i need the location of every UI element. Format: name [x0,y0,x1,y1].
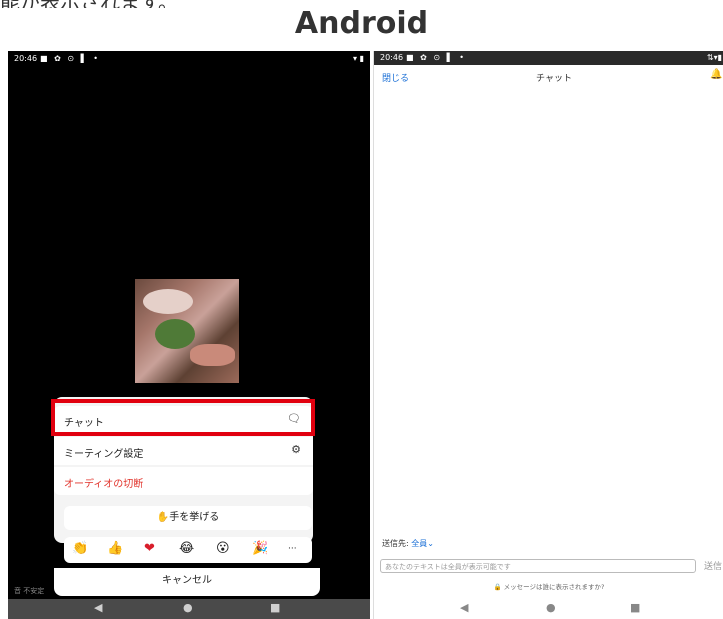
surprise-reaction-icon[interactable]: 😮 [216,541,230,556]
home-icon[interactable]: ● [546,601,556,614]
back-icon[interactable]: ◀ [94,601,102,614]
menu-item-audio-label: オーディオの切断 [64,479,144,490]
status-time: 20:46 [380,53,404,62]
status-time: 20:46 [14,54,38,63]
party-reaction-icon[interactable]: 🎉 [252,541,268,556]
network-indicator: 音 不安定 [14,587,45,595]
participant-video [135,279,239,383]
send-button[interactable]: 送信 [704,559,722,572]
cancel-button[interactable]: キャンセル [54,568,320,596]
visibility-note[interactable]: 🔒 メッセージは誰に表示されますか? [374,581,723,591]
reactions-bar: 👏 👍 ❤ 😂 😮 🎉 ··· [64,537,312,563]
chat-title: チャット [536,74,572,84]
status-signal-battery: ▾ ▮ [353,54,364,63]
navigation-bar: ◀ ● ■ [374,599,723,619]
menu-item-meeting-settings[interactable]: ミーティング設定 ⚙ [54,437,313,465]
navigation-bar: ◀ ● ■ [8,599,370,619]
android-chat-screen: 20:46 ■ ✿ ⊙ ▌ • ⇅▾▮ 閉じる チャット 🔔 送信先: 全員⌄ … [373,51,723,619]
send-to-selector[interactable]: 送信先: 全員⌄ [382,538,434,549]
raise-hand-button[interactable]: ✋手を挙げる [64,506,312,530]
more-reactions-icon[interactable]: ··· [288,544,297,554]
recents-icon[interactable]: ■ [630,601,640,614]
message-input[interactable]: あなたのテキストは全員が表示可能です [380,559,696,573]
page-heading: Android [294,6,429,41]
back-icon[interactable]: ◀ [460,601,468,614]
gear-icon: ⚙ [291,443,301,456]
status-signal-battery: ⇅▾▮ [706,53,722,62]
menu-item-settings-label: ミーティング設定 [64,449,144,460]
clap-reaction-icon[interactable]: 👏 [72,541,88,556]
recents-icon[interactable]: ■ [270,601,280,614]
status-bar: 20:46 ■ ✿ ⊙ ▌ • ▾ ▮ [8,51,370,67]
status-icons: ■ ✿ ⊙ ▌ • [40,54,101,63]
heart-reaction-icon[interactable]: ❤ [144,541,155,556]
home-icon[interactable]: ● [183,601,193,614]
send-to-label: 送信先: [382,539,409,548]
send-to-target[interactable]: 全員⌄ [411,539,434,548]
thumbs-up-reaction-icon[interactable]: 👍 [107,541,123,556]
bell-icon[interactable]: 🔔 [710,69,722,80]
chat-highlight-box [51,399,315,436]
status-icons: ■ ✿ ⊙ ▌ • [406,53,467,62]
menu-item-disconnect-audio[interactable]: オーディオの切断 [54,467,313,495]
status-bar: 20:46 ■ ✿ ⊙ ▌ • ⇅▾▮ [374,51,723,65]
laugh-reaction-icon[interactable]: 😂 [179,541,194,556]
